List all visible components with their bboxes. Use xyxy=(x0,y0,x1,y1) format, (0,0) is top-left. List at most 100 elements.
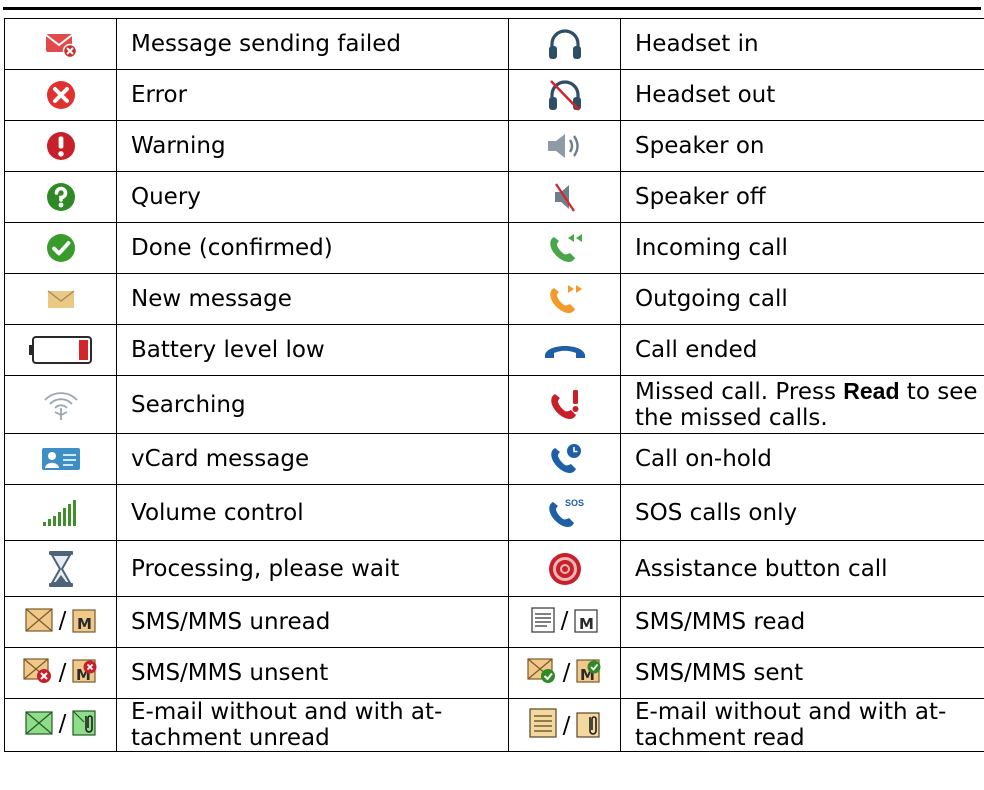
mms-letter: M xyxy=(579,615,594,633)
icon-cell xyxy=(4,171,117,223)
table-row: Searching Missed call. Press Read to see… xyxy=(4,375,984,434)
icon-cell xyxy=(508,171,621,223)
top-rule xyxy=(3,7,981,10)
speaker-on-icon xyxy=(545,131,585,161)
sms-envelope-icon xyxy=(25,607,53,633)
legend-label: Battery level low xyxy=(116,324,509,376)
icon-cell xyxy=(4,18,117,70)
message-failed-icon xyxy=(44,30,78,58)
legend-label: Query xyxy=(116,171,509,223)
icon-cell xyxy=(4,375,117,434)
legend-label: Error xyxy=(116,69,509,121)
separator: / xyxy=(560,608,569,634)
table-row: Message sending failed Headset in xyxy=(4,18,984,70)
legend-label: Call on-hold xyxy=(620,433,984,485)
icon-cell xyxy=(508,18,621,70)
sms-read-icon xyxy=(531,607,555,633)
email-read-icon xyxy=(529,708,557,738)
icon-cell xyxy=(508,120,621,172)
new-message-icon xyxy=(47,288,75,310)
speaker-off-icon xyxy=(548,180,582,214)
headset-out-icon xyxy=(546,78,584,112)
separator: / xyxy=(58,608,67,634)
icon-cell: / M xyxy=(4,647,117,699)
sos-call-icon: SOS xyxy=(545,495,585,531)
icon-cell xyxy=(4,540,117,597)
icon-cell xyxy=(4,433,117,485)
email-attachment-unread-icon xyxy=(72,710,96,736)
legend-label: Assistance button call xyxy=(620,540,984,597)
email-unread-icon xyxy=(25,710,53,736)
read-keyword: Read xyxy=(843,378,900,404)
separator: / xyxy=(58,711,67,737)
icon-cell xyxy=(4,69,117,121)
headset-in-icon xyxy=(546,27,584,61)
searching-icon xyxy=(41,389,81,421)
icon-cell xyxy=(508,273,621,325)
icon-cell: SOS xyxy=(508,484,621,541)
legend-label: Outgoing call xyxy=(620,273,984,325)
label-text: Missed call. Press xyxy=(635,379,844,405)
legend-label: SMS/MMS read xyxy=(620,596,984,648)
legend-label: E-mail without and with at- tachment unr… xyxy=(116,698,509,752)
icon-cell xyxy=(508,222,621,274)
icon-cell xyxy=(508,540,621,597)
table-row: Error Headset out xyxy=(4,69,984,121)
icon-cell: / xyxy=(508,698,621,752)
legend-label: Incoming call xyxy=(620,222,984,274)
legend-label: Headset out xyxy=(620,69,984,121)
icon-cell: / M xyxy=(4,596,117,648)
hourglass-icon xyxy=(47,550,75,588)
table-row: New message Outgoing call xyxy=(4,273,984,325)
sms-sent-icon xyxy=(527,657,557,685)
icon-cell: / M xyxy=(508,647,621,699)
done-icon xyxy=(45,232,77,264)
legend-label: SMS/MMS unread xyxy=(116,596,509,648)
table-row: / E-mail without and with at- tachment u… xyxy=(4,698,984,752)
legend-label: Headset in xyxy=(620,18,984,70)
legend-label: SMS/MMS unsent xyxy=(116,647,509,699)
separator: / xyxy=(58,660,67,686)
call-on-hold-icon xyxy=(547,441,583,477)
icon-cell xyxy=(4,273,117,325)
sos-text: SOS xyxy=(565,498,584,508)
volume-control-icon xyxy=(41,498,81,528)
table-row: / M SMS/MMS unread / M SMS/MMS read xyxy=(4,596,984,648)
table-row: Query Speaker off xyxy=(4,171,984,223)
icon-cell xyxy=(508,324,621,376)
legend-label: Speaker off xyxy=(620,171,984,223)
mms-unsent-icon: M xyxy=(72,659,98,685)
separator: / xyxy=(562,713,571,739)
legend-label: Searching xyxy=(116,375,509,434)
query-icon xyxy=(45,181,77,213)
legend-label: Warning xyxy=(116,120,509,172)
icon-cell xyxy=(4,120,117,172)
icon-cell xyxy=(508,433,621,485)
icon-legend-table: Message sending failed Headset in Error xyxy=(4,18,984,752)
warning-icon xyxy=(45,130,77,162)
legend-label: Speaker on xyxy=(620,120,984,172)
call-ended-icon xyxy=(543,339,587,361)
legend-label: Message sending failed xyxy=(116,18,509,70)
incoming-call-icon xyxy=(546,231,584,265)
outgoing-call-icon xyxy=(546,282,584,316)
legend-label: Done (confirmed) xyxy=(116,222,509,274)
icon-cell: / xyxy=(4,698,117,752)
table-row: vCard message Call on-hold xyxy=(4,433,984,485)
legend-label: New message xyxy=(116,273,509,325)
table-row: Volume control SOS SOS calls only xyxy=(4,484,984,541)
table-row: Battery level low Call ended xyxy=(4,324,984,376)
mms-read-icon: M xyxy=(574,609,598,633)
icon-cell xyxy=(508,69,621,121)
mms-icon: M xyxy=(72,609,96,633)
missed-call-icon xyxy=(547,387,583,423)
battery-low-icon xyxy=(28,335,94,365)
sms-unsent-icon xyxy=(23,657,53,685)
email-attachment-read-icon xyxy=(576,712,600,738)
legend-label: vCard message xyxy=(116,433,509,485)
legend-label: SOS calls only xyxy=(620,484,984,541)
icon-cell xyxy=(4,484,117,541)
table-row: / M SMS/MMS unsent / M SMS/MMS sent xyxy=(4,647,984,699)
icon-cell: / M xyxy=(508,596,621,648)
table-row: Warning Speaker on xyxy=(4,120,984,172)
